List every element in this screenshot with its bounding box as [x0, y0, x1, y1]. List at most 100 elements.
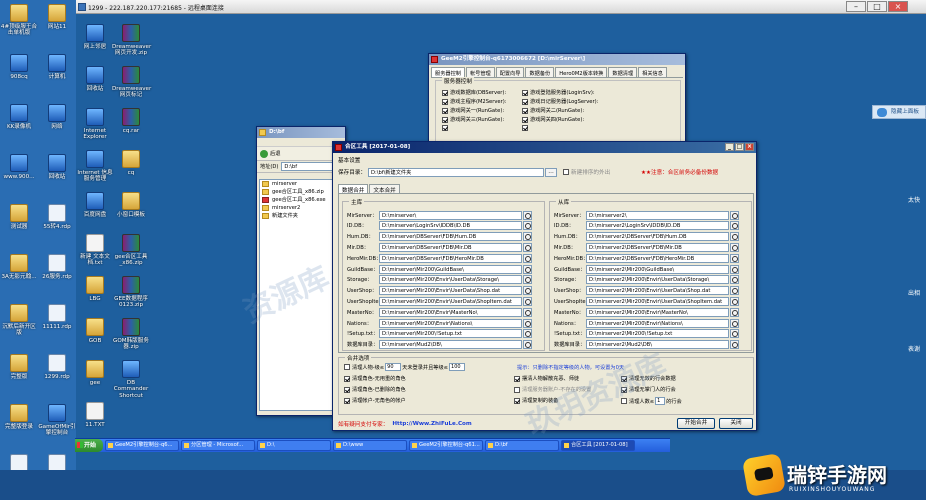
desktop-icon[interactable]: GOM韩版服务器.zip [112, 318, 150, 351]
desktop-icon[interactable]: 908cq [0, 54, 38, 80]
taskbar-item[interactable]: 合区工具 [2017-01-08] [561, 440, 635, 451]
search-icon[interactable] [523, 340, 532, 350]
support-link[interactable]: Http://Www.ZhiFuLe.Com [392, 421, 471, 427]
opt5-checkbox[interactable] [514, 375, 520, 382]
server-checkbox[interactable] [522, 116, 528, 123]
opt10-checkbox[interactable] [621, 398, 627, 404]
sub-path-input[interactable]: D:\mirserver2\Mir200\Envir\MasterNo\ [586, 307, 729, 317]
server-checkbox[interactable] [442, 89, 448, 96]
tab-server-control[interactable]: 服务器控制 [431, 67, 465, 77]
desktop-icon[interactable]: 3A无影元翰... [0, 254, 38, 280]
search-icon[interactable] [523, 307, 532, 317]
search-icon[interactable] [523, 210, 532, 220]
sub-path-input[interactable]: D:\mirserver2\DBServer\FDB\Hum.DB [586, 232, 729, 242]
search-icon[interactable] [523, 318, 532, 328]
desktop-icon[interactable]: Dreamweaver网页标记 [112, 66, 151, 99]
window-close-icon[interactable]: × [745, 143, 754, 151]
search-icon[interactable] [730, 242, 739, 252]
sub-path-input[interactable]: D:\mirserver2\Mud2\DB\ [586, 340, 729, 350]
file-item[interactable]: mirserver [260, 180, 342, 188]
search-icon[interactable] [730, 221, 739, 231]
search-icon[interactable] [730, 286, 739, 296]
opt9-checkbox[interactable] [621, 386, 627, 393]
search-icon[interactable] [523, 329, 532, 339]
sub-path-input[interactable]: D:\mirserver2\DBServer\FDB\Mir.DB [586, 242, 729, 252]
file-item[interactable]: 新建文件夹 [260, 212, 342, 220]
taskbar-item[interactable]: D:\www [333, 440, 407, 451]
search-icon[interactable] [730, 275, 739, 285]
minimize-icon[interactable]: – [846, 1, 866, 12]
engine-console-titlebar[interactable]: GeeM2引擎控制台-q6173006672 [D:\mirServer\] [429, 54, 685, 65]
main-path-input[interactable]: D:\mirserver\Mir200\Envir\Nations\ [379, 318, 522, 328]
browse-button[interactable]: … [545, 167, 557, 177]
search-icon[interactable] [730, 318, 739, 328]
desktop-icon[interactable]: LBG [76, 276, 114, 302]
opt8-checkbox[interactable] [621, 375, 627, 382]
opt4-checkbox[interactable] [344, 397, 350, 404]
search-icon[interactable] [523, 221, 532, 231]
opt6-checkbox[interactable] [514, 386, 520, 393]
sub-path-input[interactable]: D:\mirserver2\Mir200\Envir\UserData\Shop… [586, 286, 729, 296]
level-input[interactable]: 100 [449, 363, 466, 371]
back-button-label[interactable]: 后退 [270, 150, 280, 157]
search-icon[interactable] [523, 242, 532, 252]
save-dir-input[interactable]: D:\bf\新建文件夹 [368, 167, 544, 177]
sub-path-input[interactable]: D:\mirserver2\ [586, 210, 729, 220]
tab-convert[interactable]: Hero0M2版本转换 [555, 67, 608, 77]
desktop-icon[interactable]: 1299.rdp [38, 354, 76, 380]
server-checkbox[interactable] [442, 107, 448, 114]
sub-path-input[interactable]: D:\mirserver2\Mir200\Envir\Nations\ [586, 318, 729, 328]
server-checkbox[interactable] [442, 116, 448, 123]
main-path-input[interactable]: D:\mirserver\Mir200\Envir\UserData\ShopI… [379, 296, 522, 306]
server-checkbox[interactable] [522, 98, 528, 105]
search-icon[interactable] [730, 232, 739, 242]
inactive-days-input[interactable]: 90 [385, 363, 402, 371]
server-checkbox[interactable] [442, 98, 448, 105]
main-path-input[interactable]: D:\mirserver\DBServer\FDB\Mir.DB [379, 242, 522, 252]
file-item[interactable]: mirserver2 [260, 204, 342, 212]
desktop-icon[interactable]: 网站11 [38, 4, 76, 30]
main-path-input[interactable]: D:\mirserver\Mud2\DB\ [379, 340, 522, 350]
close-button[interactable]: 关闭 [719, 418, 753, 429]
desktop-icon[interactable]: cq.rar [112, 108, 150, 134]
desktop-icon[interactable]: GameOfMir引擎控制台 [38, 404, 76, 437]
desktop-icon[interactable]: cq [112, 150, 150, 176]
no-sort-checkbox[interactable] [563, 169, 569, 175]
desktop-icon[interactable]: 4#顶级服王合击单机版 [0, 4, 38, 37]
taskbar-item[interactable]: GeeM2引擎控制台-q6... [105, 440, 179, 451]
desktop-icon[interactable]: 计算机 [38, 54, 76, 80]
desktop-icon[interactable]: gee合区工具_x86.zip [112, 234, 150, 267]
opt2-checkbox[interactable] [344, 375, 350, 382]
desktop-icon[interactable]: Dreamweaver网页开发.zip [112, 24, 151, 57]
explorer-titlebar[interactable]: D:\bf [257, 127, 345, 138]
desktop-icon[interactable]: GOB [76, 318, 114, 344]
desktop-icon[interactable]: 回收站 [76, 66, 114, 92]
close-icon[interactable]: × [888, 1, 908, 12]
tab-backup[interactable]: 数据备份 [525, 67, 555, 77]
guild-count-input[interactable]: 1 [655, 397, 666, 405]
sub-path-input[interactable]: D:\mirserver2\Mir200\Envir\UserData\Shop… [586, 296, 729, 306]
server-checkbox[interactable] [522, 125, 528, 131]
search-icon[interactable] [523, 275, 532, 285]
desktop-icon[interactable]: 测试器 [0, 204, 38, 230]
search-icon[interactable] [730, 307, 739, 317]
desktop-icon[interactable]: DB Commander Shortcut [112, 360, 150, 399]
server-checkbox[interactable] [522, 89, 528, 96]
sub-path-input[interactable]: D:\mirserver2\Mir200\!Setup.txt [586, 329, 729, 339]
taskbar-item[interactable]: 分区管理 - Microsof... [181, 440, 255, 451]
main-path-input[interactable]: D:\mirserver\Mir200\Envir\UserData\Shop.… [379, 286, 522, 296]
taskbar-item[interactable]: D:\ [257, 440, 331, 451]
clean-inactive-checkbox[interactable] [344, 364, 350, 370]
desktop-icon[interactable]: 55转4.rdp [38, 204, 76, 230]
desktop-icon[interactable]: GEE数据程序0123.zip [112, 276, 150, 309]
main-path-input[interactable]: D:\mirserver\Mir200\GuildBase\ [379, 264, 522, 274]
main-path-input[interactable]: D:\mirserver\Mir200\Envir\MasterNo\ [379, 307, 522, 317]
desktop-icon[interactable]: 完整版 [0, 354, 38, 380]
window-maximize-icon[interactable]: □ [735, 143, 744, 151]
search-icon[interactable] [730, 329, 739, 339]
main-path-input[interactable]: D:\mirserver\DBServer\FDB\HeroMir.DB [379, 253, 522, 263]
desktop-icon[interactable]: 小窗口模板 [112, 192, 150, 218]
desktop-icon[interactable]: 沉默后新开区版 [0, 304, 38, 337]
window-minimize-icon[interactable]: _ [725, 143, 734, 151]
desktop-icon[interactable]: 新建 文本文档.txt [76, 234, 114, 267]
